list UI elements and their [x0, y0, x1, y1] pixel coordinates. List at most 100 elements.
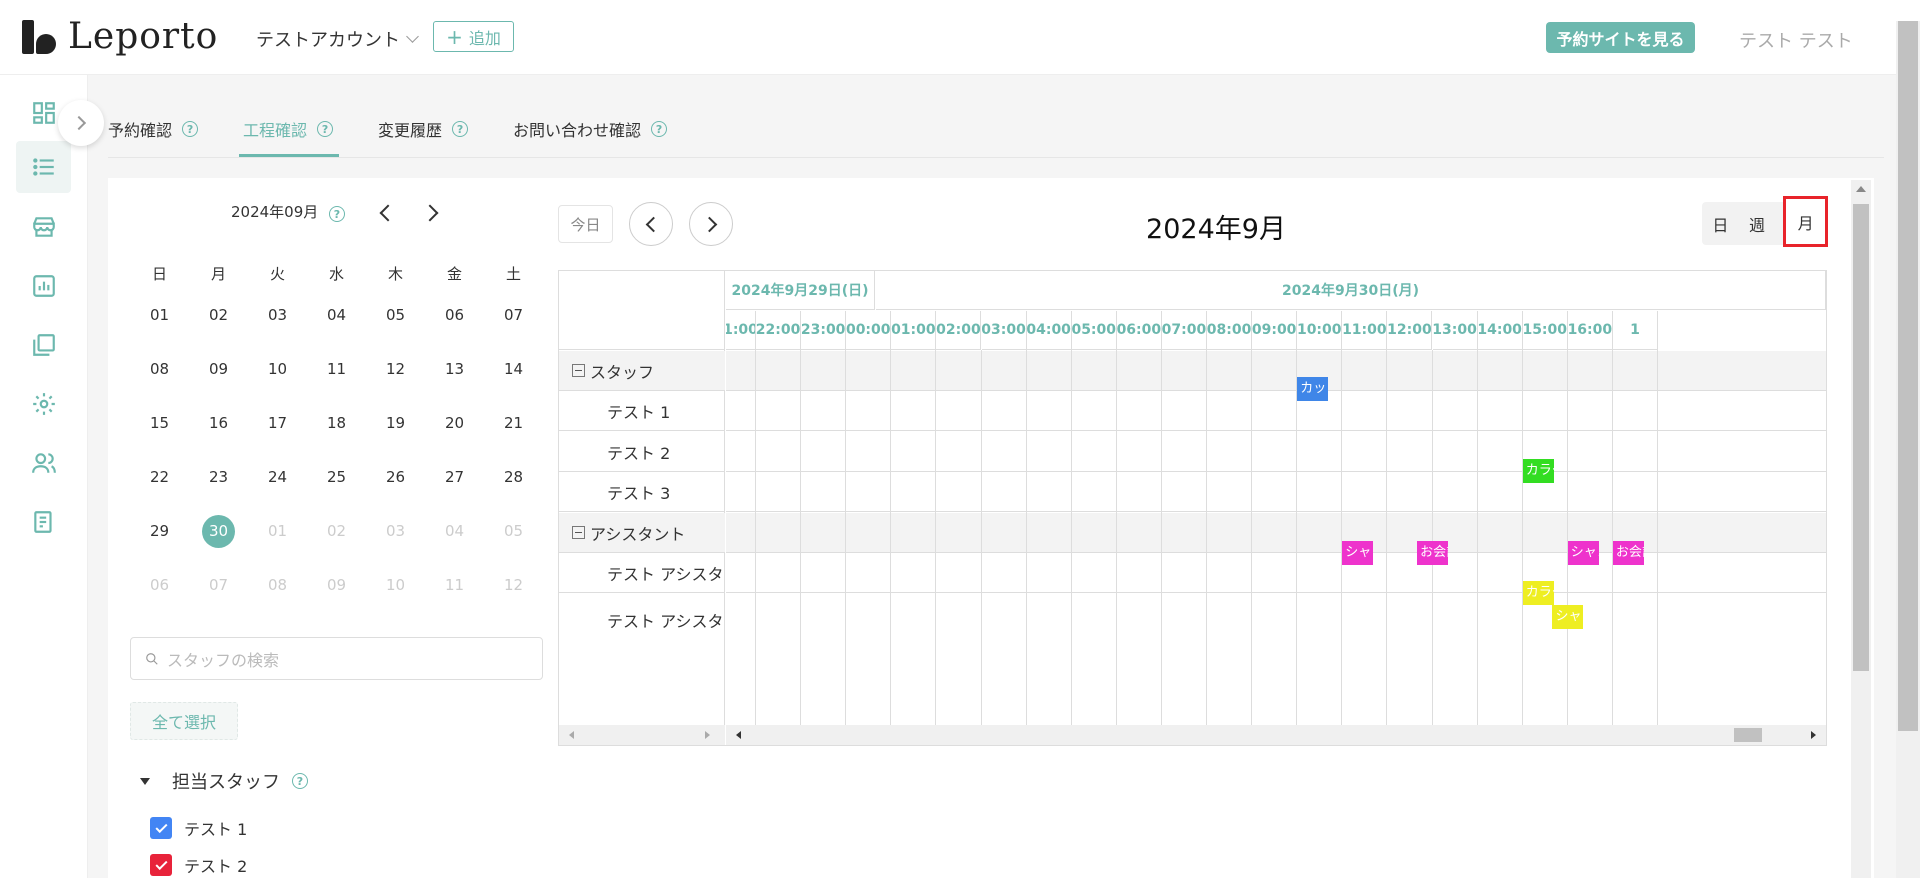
tab-reservations[interactable]: 予約確認 ?: [108, 116, 199, 142]
today-button[interactable]: 今日: [558, 205, 613, 243]
schedule-event[interactable]: カラー: [1522, 459, 1554, 483]
calendar-day[interactable]: 18: [307, 414, 366, 432]
schedule-event[interactable]: シャンプー: [1567, 541, 1599, 565]
select-all-button[interactable]: 全て選択: [130, 702, 238, 740]
calendar-day[interactable]: 17: [248, 414, 307, 432]
calendar-day[interactable]: 09: [189, 360, 248, 378]
calendar-day[interactable]: 01: [248, 522, 307, 540]
calendar-day[interactable]: 13: [425, 360, 484, 378]
calendar-day[interactable]: 05: [366, 306, 425, 324]
calendar-day[interactable]: 20: [425, 414, 484, 432]
calendar-day[interactable]: 03: [248, 306, 307, 324]
calendar-day[interactable]: 03: [366, 522, 425, 540]
calendar-day-number: 04: [444, 522, 465, 540]
calendar-day[interactable]: 10: [366, 576, 425, 594]
calendar-day[interactable]: 21: [484, 414, 543, 432]
staff-checkbox-label: テスト 1: [184, 820, 248, 839]
checkbox[interactable]: [150, 854, 172, 876]
resource-group-row[interactable]: アシスタント: [559, 513, 725, 553]
calendar-day[interactable]: 26: [366, 468, 425, 486]
calendar-day[interactable]: 29: [130, 522, 189, 540]
calendar-day[interactable]: 09: [307, 576, 366, 594]
calendar-day[interactable]: 15: [130, 414, 189, 432]
tab-inquiries[interactable]: お問い合わせ確認 ?: [513, 116, 668, 142]
calendar-day[interactable]: 04: [307, 306, 366, 324]
calendar-day[interactable]: 10: [248, 360, 307, 378]
schedule-event[interactable]: お会計: [1612, 541, 1644, 565]
checkbox[interactable]: [150, 817, 172, 839]
staff-checkbox-row[interactable]: テスト 2: [150, 853, 247, 877]
schedule-event[interactable]: シャンプー: [1342, 541, 1374, 565]
calendar-day[interactable]: 16: [189, 414, 248, 432]
calendar-day[interactable]: 28: [484, 468, 543, 486]
calendar-day[interactable]: 01: [130, 306, 189, 324]
logo[interactable]: Leporto: [22, 16, 218, 57]
resource-group-row[interactable]: スタッフ: [559, 351, 725, 391]
tab-process[interactable]: 工程確認 ?: [239, 116, 340, 157]
calendar-day[interactable]: 08: [248, 576, 307, 594]
sidebar-item-report[interactable]: [16, 496, 71, 548]
calendar-day-number: 08: [149, 360, 170, 378]
calendar-day[interactable]: 06: [130, 576, 189, 594]
sidebar-item-pages[interactable]: [16, 319, 71, 371]
calendar-day[interactable]: 07: [189, 576, 248, 594]
calendar-day[interactable]: 02: [307, 522, 366, 540]
user-name[interactable]: テスト テスト: [1739, 27, 1853, 53]
resource-hscrollbar[interactable]: [559, 725, 725, 745]
calendar-day[interactable]: 07: [484, 306, 543, 324]
sidebar-item-list[interactable]: [16, 141, 71, 193]
calendar-day[interactable]: 04: [425, 522, 484, 540]
calendar-day[interactable]: 12: [484, 576, 543, 594]
staff-checkbox-row[interactable]: テスト 1: [150, 816, 247, 840]
help-icon[interactable]: ?: [329, 206, 345, 222]
calendar-day[interactable]: 02: [189, 306, 248, 324]
page-scrollbar[interactable]: [1896, 21, 1920, 878]
calendar-day[interactable]: 05: [484, 522, 543, 540]
help-icon[interactable]: ?: [182, 121, 199, 137]
add-button[interactable]: + 追加: [433, 21, 514, 52]
hour-header: 00:00: [846, 311, 892, 350]
calendar-day[interactable]: 23: [189, 468, 248, 486]
sidebar-expand-button[interactable]: [58, 100, 104, 146]
sidebar-item-settings[interactable]: [16, 378, 71, 430]
help-icon[interactable]: ?: [292, 773, 308, 789]
header: Leporto テストアカウント + 追加 予約サイトを見る テスト テスト: [0, 0, 1920, 75]
timeline-hscrollbar[interactable]: [726, 725, 1826, 745]
sidebar-item-analytics[interactable]: [16, 260, 71, 312]
view-site-button[interactable]: 予約サイトを見る: [1546, 22, 1695, 53]
calendar-day[interactable]: 12: [366, 360, 425, 378]
tab-history[interactable]: 変更履歴 ?: [378, 116, 469, 142]
list-icon: [32, 158, 54, 176]
staff-search-input[interactable]: スタッフの検索: [130, 637, 543, 680]
account-selector[interactable]: テストアカウント: [256, 26, 419, 52]
view-day-button[interactable]: 日: [1702, 202, 1739, 245]
calendar-day[interactable]: 19: [366, 414, 425, 432]
help-icon[interactable]: ?: [317, 121, 334, 137]
schedule-event[interactable]: カラー: [1522, 581, 1554, 605]
schedule-event[interactable]: お会計: [1417, 541, 1449, 565]
calendar-day[interactable]: 11: [307, 360, 366, 378]
staff-section-header[interactable]: 担当スタッフ ?: [140, 768, 308, 794]
sidebar-item-users[interactable]: [16, 437, 71, 489]
sidebar-item-store[interactable]: [16, 201, 71, 253]
calendar-day-today[interactable]: 30: [189, 514, 248, 548]
schedule-event[interactable]: シャンプー: [1552, 605, 1584, 629]
calendar-day[interactable]: 25: [307, 468, 366, 486]
collapse-icon[interactable]: [572, 526, 585, 539]
calendar-day[interactable]: 08: [130, 360, 189, 378]
content-vscrollbar[interactable]: [1851, 180, 1871, 878]
calendar-day[interactable]: 24: [248, 468, 307, 486]
help-icon[interactable]: ?: [452, 121, 469, 137]
schedule-event[interactable]: カット: [1297, 377, 1329, 401]
view-month-button[interactable]: 月: [1783, 196, 1828, 247]
scheduler-next-button[interactable]: [689, 202, 733, 246]
calendar-day[interactable]: 11: [425, 576, 484, 594]
scheduler-prev-button[interactable]: [629, 202, 673, 246]
calendar-day[interactable]: 27: [425, 468, 484, 486]
calendar-day[interactable]: 06: [425, 306, 484, 324]
calendar-day[interactable]: 14: [484, 360, 543, 378]
calendar-day[interactable]: 22: [130, 468, 189, 486]
collapse-icon[interactable]: [572, 364, 585, 377]
view-week-button[interactable]: 週: [1739, 202, 1776, 245]
help-icon[interactable]: ?: [651, 121, 668, 137]
